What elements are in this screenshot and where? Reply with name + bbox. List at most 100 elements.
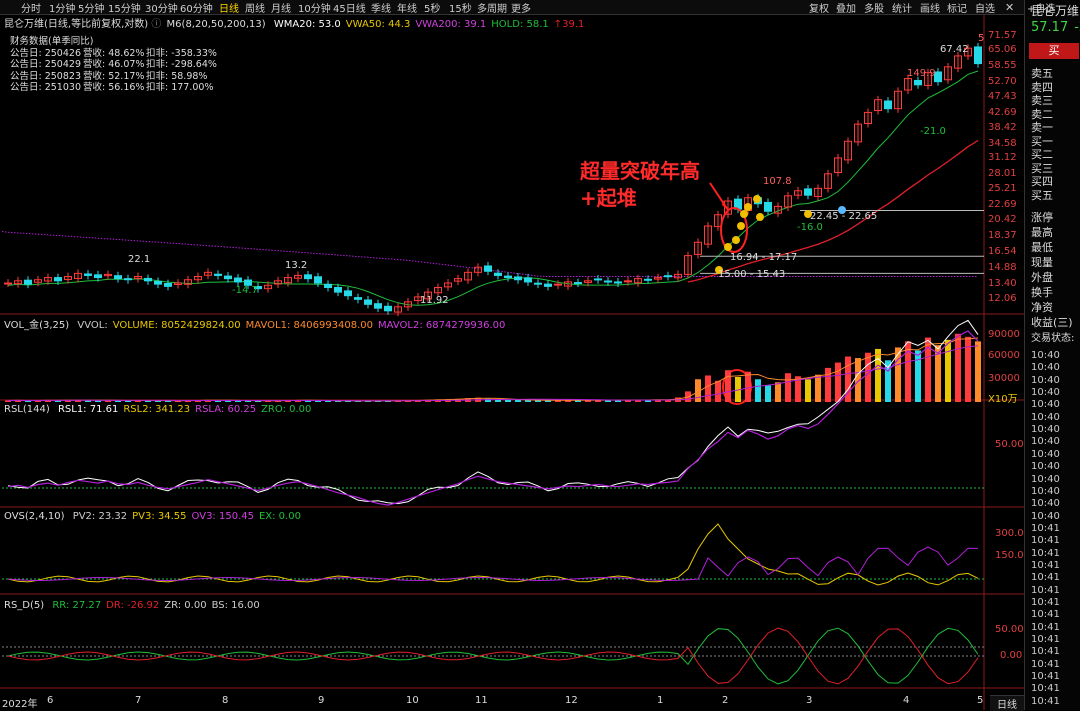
trade-time: 10:40 bbox=[1031, 362, 1060, 374]
toolbar-button[interactable]: 标记 bbox=[947, 0, 967, 15]
period-tab[interactable]: 多周期 bbox=[477, 0, 507, 15]
period-tab[interactable]: 15秒 bbox=[449, 0, 472, 15]
y-axis-tick: 13.40 bbox=[988, 278, 1017, 289]
volume-bar bbox=[765, 385, 771, 402]
legend-item: VVOL: bbox=[77, 320, 108, 331]
legend-item: RSLA: 60.25 bbox=[195, 404, 257, 415]
period-tab[interactable]: 5分钟 bbox=[78, 0, 104, 15]
period-tab[interactable]: 月线 bbox=[271, 0, 291, 15]
period-tab[interactable]: 1分钟 bbox=[49, 0, 75, 15]
legend-item: RSL2: 341.23 bbox=[123, 404, 191, 415]
volume-bar bbox=[815, 374, 821, 402]
x-axis-tick: 3 bbox=[806, 695, 813, 706]
x-axis-tick: 7 bbox=[135, 695, 142, 706]
toolbar-button[interactable]: 复权 bbox=[809, 0, 829, 15]
period-tab[interactable]: 15分钟 bbox=[108, 0, 141, 15]
trade-time: 10:40 bbox=[1031, 399, 1060, 411]
financial-cell: 扣非: -358.33% bbox=[146, 47, 217, 59]
period-tab[interactable]: 分时 bbox=[21, 0, 41, 15]
trade-time: 10:41 bbox=[1031, 584, 1060, 596]
trade-time: 10:41 bbox=[1031, 621, 1060, 633]
candle bbox=[364, 299, 372, 305]
info-icon[interactable]: ⓘ bbox=[151, 19, 161, 30]
y-axis-tick: 300.0 bbox=[995, 528, 1024, 539]
volume-bar bbox=[745, 371, 751, 402]
toolbar-button[interactable]: 自选 bbox=[975, 0, 995, 15]
financial-cell: 公告日: 251030 bbox=[10, 82, 81, 93]
candle bbox=[614, 281, 622, 284]
trade-time: 10:41 bbox=[1031, 646, 1060, 658]
toolbar-button[interactable]: 画线 bbox=[920, 0, 940, 15]
volume-indicator-label[interactable]: VOL_金(3,25) bbox=[4, 320, 69, 331]
volume-legend: VVOL: VOLUME: 8052429824.00 MAVOL1: 840699… bbox=[72, 320, 505, 331]
toolbar-button[interactable]: 多股 bbox=[864, 0, 884, 15]
ovs-indicator-label[interactable]: OVS(2,4,10) bbox=[4, 511, 65, 522]
price-label: 22.1 bbox=[128, 254, 151, 265]
y-axis-tick: 20.42 bbox=[988, 214, 1017, 225]
period-tab[interactable]: 更多 bbox=[511, 0, 531, 15]
volume-bar bbox=[785, 373, 791, 402]
volume-bar bbox=[955, 333, 961, 402]
period-tab[interactable]: 年线 bbox=[397, 0, 417, 15]
y-axis-tick: 38.42 bbox=[988, 122, 1017, 133]
financial-title: 财务数据(单季同比) bbox=[10, 36, 94, 47]
price-label: -14.7 bbox=[232, 285, 258, 296]
financial-cell: 扣非: 177.00% bbox=[146, 82, 214, 93]
period-tab[interactable]: 周线 bbox=[245, 0, 265, 15]
period-toolbar: 分时 1分钟 5分钟 15分钟 30分钟 60分钟 日线 周线 月线 10分钟 45日线 季线 年线 5秒… bbox=[0, 0, 1024, 15]
period-tab[interactable]: 30分钟 bbox=[145, 0, 178, 15]
price-label: 22.45 - 22.65 bbox=[810, 211, 878, 222]
financial-row: 公告日: 250429 营收: 46.07% 扣非: -298.64% bbox=[10, 59, 226, 71]
quote-panel: 昆仑万维 57.17-2 买 +自选卖五卖四卖三卖二卖一买一买二买三买四买五涨停… bbox=[1024, 0, 1080, 710]
trade-time: 10:41 bbox=[1031, 634, 1060, 646]
legend-item: DR: -26.92 bbox=[106, 600, 160, 611]
volume-bar bbox=[915, 350, 921, 402]
y-axis-tick: 16.54 bbox=[988, 246, 1017, 257]
price-indicator-label[interactable]: M6(8,20,50,200,13) bbox=[167, 19, 266, 30]
close-icon[interactable]: ✕ bbox=[1005, 1, 1014, 14]
legend-item: ZR: 0.00 bbox=[164, 600, 207, 611]
price-change: -2 bbox=[1074, 20, 1080, 35]
candle bbox=[524, 277, 532, 283]
trade-time: 10:41 bbox=[1031, 535, 1060, 547]
financial-cell: 扣非: -298.64% bbox=[146, 59, 217, 70]
candle bbox=[374, 303, 382, 309]
y-axis-tick: 28.01 bbox=[988, 168, 1017, 179]
y-axis-tick: 22.69 bbox=[988, 199, 1017, 210]
candle bbox=[234, 277, 242, 283]
toolbar-button[interactable]: 叠加 bbox=[836, 0, 856, 15]
y-axis-tick: 34.58 bbox=[988, 138, 1017, 149]
period-tab[interactable]: 10分钟 bbox=[298, 0, 331, 15]
period-tab[interactable]: 日线 bbox=[219, 0, 239, 15]
candle bbox=[344, 290, 352, 297]
rsd-indicator-label[interactable]: RS_D(5) bbox=[4, 600, 44, 611]
legend-item: ZRO: 0.00 bbox=[261, 404, 312, 415]
trade-time: 10:40 bbox=[1031, 374, 1060, 386]
x-axis-tick: 8 bbox=[222, 695, 229, 706]
annotation-line1: 超量突破年高 bbox=[580, 159, 700, 183]
buy-button[interactable]: 买 bbox=[1029, 43, 1079, 59]
legend-item: PV2: 23.32 bbox=[72, 511, 128, 522]
trade-time: 10:40 bbox=[1031, 498, 1060, 510]
period-tab[interactable]: 60分钟 bbox=[180, 0, 213, 15]
trade-time: 10:40 bbox=[1031, 436, 1060, 448]
y-axis-tick: 0.00 bbox=[1000, 650, 1023, 661]
signal-marker bbox=[744, 203, 752, 211]
volume-bar bbox=[705, 375, 711, 402]
period-tab[interactable]: 45日线 bbox=[333, 0, 366, 15]
period-tab[interactable]: 5秒 bbox=[424, 0, 440, 15]
volume-bar bbox=[505, 399, 511, 402]
financial-row: 公告日: 250823 营收: 52.17% 扣非: 58.98% bbox=[10, 71, 226, 83]
rsl-indicator-label[interactable]: RSL(144) bbox=[4, 404, 50, 415]
x-axis-tick: 12 bbox=[565, 695, 578, 706]
period-tab[interactable]: 季线 bbox=[371, 0, 391, 15]
toolbar-button[interactable]: 统计 bbox=[892, 0, 912, 15]
volume-bar bbox=[715, 380, 721, 402]
y-axis-tick: 65.06 bbox=[988, 44, 1017, 55]
add-watchlist-button[interactable]: +自选 bbox=[1027, 0, 1055, 15]
candle bbox=[324, 283, 332, 289]
financial-cell: 营收: 46.07% bbox=[83, 59, 145, 70]
period-tab-daily[interactable]: 日线 bbox=[990, 695, 1024, 711]
rsd-legend-row: RS_D(5) RR: 27.27 DR: -26.92 ZR: 0.00 BS: 1… bbox=[4, 600, 260, 611]
trade-time: 10:41 bbox=[1031, 597, 1060, 608]
